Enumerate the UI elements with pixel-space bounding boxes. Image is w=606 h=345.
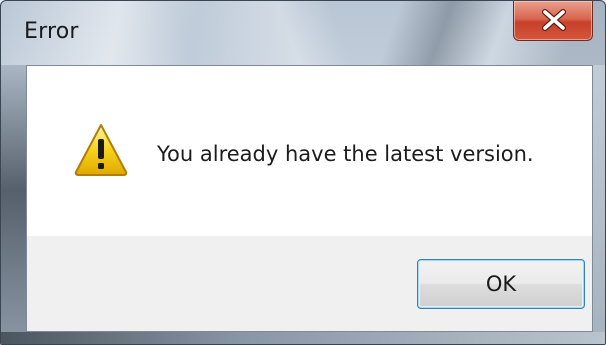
close-button[interactable]	[513, 1, 593, 41]
button-bar: OK	[27, 236, 592, 331]
message-text: You already have the latest version.	[157, 142, 534, 166]
message-area: You already have the latest version.	[27, 66, 592, 236]
ok-button[interactable]: OK	[417, 259, 585, 309]
title-bar[interactable]: Error	[1, 1, 605, 65]
close-x-icon	[542, 9, 566, 31]
dialog-body: You already have the latest version. OK	[26, 65, 593, 332]
window-frame-bottom	[1, 332, 605, 344]
window-frame-right	[593, 65, 605, 344]
window-title: Error	[24, 19, 79, 44]
window-frame-left	[1, 65, 26, 344]
error-dialog-window: Error You already have the latest versio…	[0, 0, 606, 345]
warning-icon	[74, 124, 128, 176]
